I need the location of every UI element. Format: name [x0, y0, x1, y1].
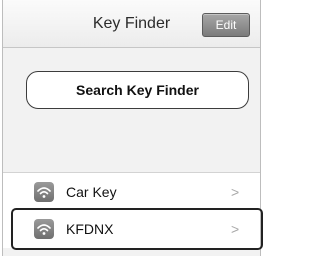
wifi-icon [34, 182, 54, 202]
device-label-kfdnx: KFDNX [66, 221, 114, 237]
edit-button[interactable]: Edit [202, 13, 250, 37]
navigation-bar: Key Finder Edit [3, 0, 260, 48]
app-screen: Key Finder Edit Search Key Finder Car Ke… [0, 0, 263, 256]
device-label-car-key: Car Key [66, 184, 117, 200]
right-edge-divider [260, 0, 261, 256]
chevron-right-icon: > [231, 184, 240, 200]
device-row-kfdnx[interactable]: KFDNX > [3, 210, 260, 248]
device-row-car-key[interactable]: Car Key > [3, 172, 260, 212]
chevron-right-icon: > [231, 221, 240, 237]
search-key-finder-button[interactable]: Search Key Finder [26, 71, 249, 109]
wifi-icon [34, 219, 54, 239]
